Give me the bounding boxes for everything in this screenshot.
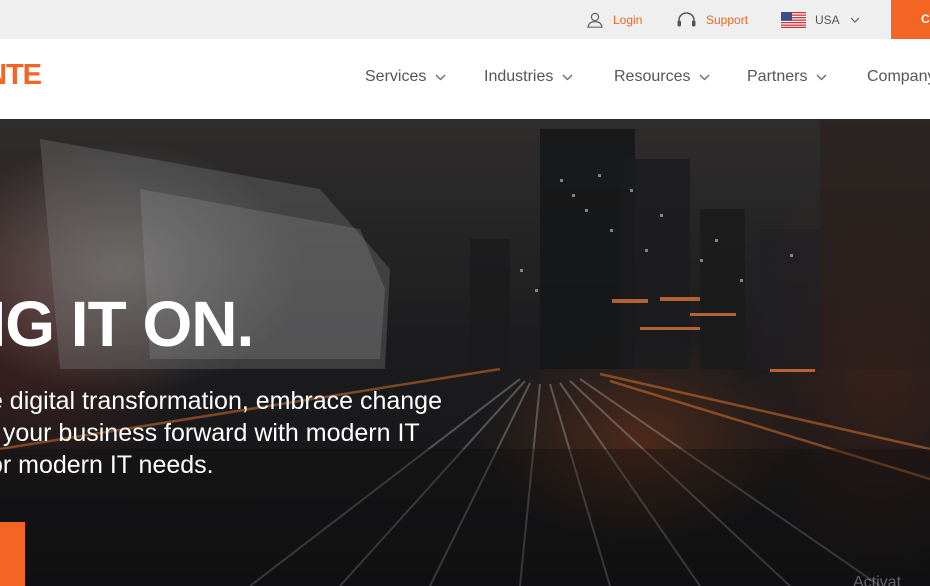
nav-item-label: Company [867, 68, 930, 85]
brand-logo[interactable]: NTE [0, 59, 42, 92]
main-navigation: NTE Services Industries Resources Partne… [0, 39, 930, 119]
nav-item-resources[interactable]: Resources [614, 68, 710, 86]
headset-icon [676, 11, 697, 28]
activation-watermark: Activat [853, 574, 902, 586]
support-label: Support [706, 12, 749, 27]
chevron-down-icon [435, 74, 446, 81]
nav-item-label: Industries [484, 68, 554, 85]
hero-banner: NG IT ON. te digital transformation, emb… [0, 119, 930, 586]
nav-item-label: Services [365, 68, 427, 85]
hero-subtitle: te digital transformation, embrace chang… [0, 385, 542, 481]
region-selector[interactable]: USA [781, 0, 860, 39]
hero-subtitle-line: for modern IT needs. [0, 451, 214, 479]
login-label: Login [613, 12, 643, 27]
nav-item-industries[interactable]: Industries [484, 68, 573, 86]
login-link[interactable]: Login [586, 0, 642, 39]
hero-title: NG IT ON. [0, 288, 254, 360]
us-flag-icon [781, 11, 806, 28]
region-label: USA [815, 12, 840, 27]
contact-label: C [921, 12, 930, 26]
hero-cta-button[interactable] [0, 522, 25, 586]
hero-subtitle-line: e your business forward with modern IT [0, 419, 420, 447]
user-icon [586, 12, 604, 28]
chevron-down-icon [699, 74, 710, 81]
utility-bar: Login Support USA C [0, 0, 930, 39]
hero-subtitle-line: te digital transformation, embrace chang… [0, 387, 442, 415]
nav-item-partners[interactable]: Partners [747, 68, 827, 86]
chevron-down-icon [562, 74, 573, 81]
nav-item-label: Resources [614, 68, 691, 85]
nav-item-company[interactable]: Company [867, 68, 930, 86]
chevron-down-icon [816, 74, 827, 81]
nav-item-label: Partners [747, 68, 808, 85]
nav-item-services[interactable]: Services [365, 68, 446, 86]
chevron-down-icon [850, 17, 860, 23]
contact-button[interactable]: C [891, 0, 930, 39]
support-link[interactable]: Support [676, 0, 748, 39]
